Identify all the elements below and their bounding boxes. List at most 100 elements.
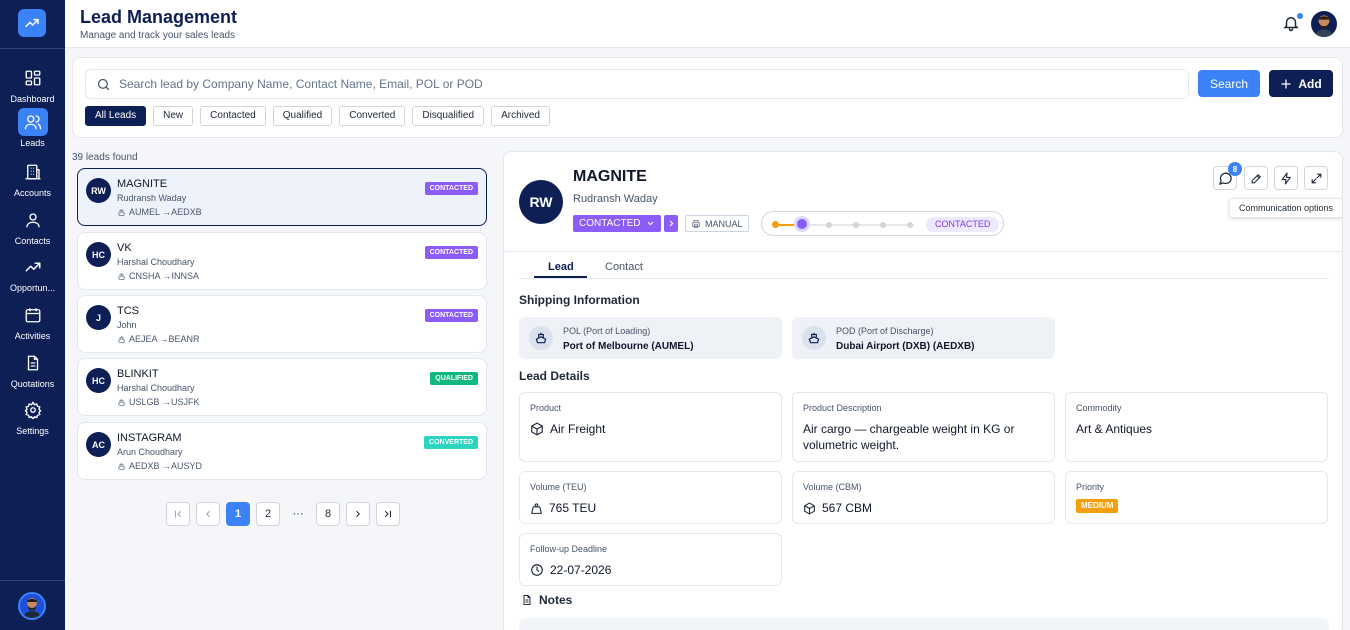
- route-text: AEJEA →BEANR: [129, 334, 200, 344]
- lead-detail-panel: RW MAGNITE Rudransh Waday CONTACTED MANU…: [503, 151, 1343, 630]
- sidebar-item-label: Accounts: [13, 188, 52, 198]
- source-label: MANUAL: [705, 218, 743, 229]
- box-icon: [531, 422, 543, 436]
- search-field[interactable]: [85, 69, 1189, 99]
- lead-list-item[interactable]: HC BLINKIT Harshal Choudhary USLGB →USJF…: [77, 358, 487, 416]
- printer-icon: [692, 219, 700, 228]
- sidebar-divider: [0, 48, 65, 49]
- active-tab-indicator: [534, 276, 587, 278]
- last-page-icon: [384, 510, 392, 518]
- top-header: Lead Management Manage and track your sa…: [65, 0, 1350, 48]
- add-lead-button[interactable]: Add: [1269, 70, 1333, 97]
- page-2-button[interactable]: 2: [256, 502, 280, 526]
- priority-badge: MEDIUM: [1076, 499, 1119, 513]
- cbm-value: 567 CBM: [803, 500, 872, 516]
- users-icon: [17, 108, 48, 136]
- message-count-badge: 8: [1228, 162, 1242, 176]
- page-1-button[interactable]: 1: [226, 502, 250, 526]
- user-avatar[interactable]: [1311, 11, 1337, 37]
- last-page-button[interactable]: [376, 502, 400, 526]
- description-label: Product Description: [803, 403, 882, 413]
- lead-contact: Harshal Choudhary: [117, 257, 195, 267]
- sidebar-item-activities[interactable]: Activities: [0, 301, 65, 341]
- detail-tabs: Lead Contact: [519, 254, 1329, 279]
- user-avatar[interactable]: [18, 592, 46, 620]
- trending-up-icon: [18, 253, 48, 281]
- search-input[interactable]: [119, 77, 1169, 91]
- deadline-card: Follow-up Deadline 22-07-2026: [519, 533, 782, 586]
- filter-disqualified[interactable]: Disqualified: [412, 106, 485, 126]
- cbm-label: Volume (CBM): [803, 482, 862, 492]
- filter-all-leads[interactable]: All Leads: [85, 106, 147, 126]
- tab-contact[interactable]: Contact: [605, 261, 643, 273]
- next-page-button[interactable]: [346, 502, 370, 526]
- notes-box: [519, 618, 1329, 630]
- product-card: Product Air Freight: [519, 392, 782, 462]
- trending-up-icon: [25, 18, 39, 28]
- app-logo[interactable]: [18, 9, 46, 37]
- sidebar-item-dashboard[interactable]: Dashboard: [0, 64, 65, 104]
- sidebar-item-quotations[interactable]: Quotations: [0, 349, 65, 389]
- lead-contact: Rudransh Waday: [117, 193, 187, 203]
- teu-label: Volume (TEU): [530, 482, 587, 492]
- next-status-button[interactable]: [664, 215, 678, 232]
- prev-page-button[interactable]: [196, 502, 220, 526]
- deadline-value: 22-07-2026: [530, 562, 611, 578]
- dashboard-icon: [18, 64, 48, 92]
- user-icon: [18, 206, 48, 234]
- first-page-icon: [174, 510, 182, 518]
- lead-list-item[interactable]: HC VK Harshal Choudhary CNSHA →INNSA CON…: [77, 232, 487, 290]
- tab-lead[interactable]: Lead: [548, 261, 574, 273]
- gear-icon: [18, 396, 48, 424]
- avatar: HC: [86, 242, 111, 267]
- lead-company: MAGNITE: [117, 178, 168, 190]
- status-dropdown[interactable]: CONTACTED: [573, 215, 662, 232]
- shipping-info-title: Shipping Information: [519, 293, 640, 307]
- quick-action-button[interactable]: [1274, 166, 1298, 190]
- first-page-button[interactable]: [166, 502, 190, 526]
- notes-title: Notes: [521, 593, 572, 607]
- route-text: CNSHA →INNSA: [129, 271, 200, 281]
- filter-qualified[interactable]: Qualified: [272, 106, 333, 126]
- filter-new[interactable]: New: [153, 106, 194, 126]
- document-icon: [523, 595, 531, 605]
- sidebar-item-opportunities[interactable]: Opportun...: [0, 253, 65, 293]
- volume-teu-card: Volume (TEU) 765 TEU: [519, 471, 782, 524]
- deadline-label: Follow-up Deadline: [530, 544, 608, 554]
- page-8-button[interactable]: 8: [316, 502, 340, 526]
- sidebar-item-leads[interactable]: Leads: [0, 108, 65, 148]
- product-text: Air Freight: [550, 422, 606, 436]
- sidebar-item-contacts[interactable]: Contacts: [0, 206, 65, 246]
- filter-contacted[interactable]: Contacted: [200, 106, 266, 126]
- status-badge: CONTACTED: [424, 246, 478, 259]
- lead-route: AEJEA →BEANR: [117, 334, 200, 344]
- edit-button[interactable]: [1244, 166, 1268, 190]
- sidebar-item-label: Quotations: [10, 379, 55, 389]
- lead-list-item[interactable]: J TCS John AEJEA →BEANR CONTACTED: [77, 295, 487, 353]
- document-icon: [18, 349, 48, 377]
- ship-icon: [118, 208, 125, 216]
- expand-button[interactable]: [1304, 166, 1328, 190]
- product-description-card: Product Description Air cargo — chargeab…: [792, 392, 1055, 462]
- ship-icon: [118, 272, 125, 280]
- chevron-right-icon: [669, 220, 673, 227]
- add-button-label: Add: [1298, 76, 1322, 91]
- status-badge: QUALIFIED: [430, 372, 478, 385]
- sidebar-item-accounts[interactable]: Accounts: [0, 158, 65, 198]
- source-badge: MANUAL: [685, 215, 749, 232]
- sidebar-item-settings[interactable]: Settings: [0, 396, 65, 436]
- calendar-icon: [18, 301, 48, 329]
- progress-step: [853, 222, 859, 228]
- avatar: AC: [86, 432, 111, 457]
- route-text: AUMEL →AEDXB: [129, 207, 202, 217]
- expand-icon: [1311, 173, 1321, 183]
- lead-contact: Arun Choudhary: [117, 447, 183, 457]
- lead-list-item[interactable]: RW MAGNITE Rudransh Waday AUMEL →AEDXB C…: [77, 168, 487, 226]
- lead-list-item[interactable]: AC INSTAGRAM Arun Choudhary AEDXB →AUSYD…: [77, 422, 487, 480]
- building-icon: [18, 158, 48, 186]
- search-panel: Search Add All Leads New Contacted Quali…: [72, 57, 1343, 138]
- filter-converted[interactable]: Converted: [339, 106, 406, 126]
- commodity-card: Commodity Art & Antiques: [1065, 392, 1328, 462]
- filter-archived[interactable]: Archived: [491, 106, 550, 126]
- search-button[interactable]: Search: [1198, 70, 1260, 97]
